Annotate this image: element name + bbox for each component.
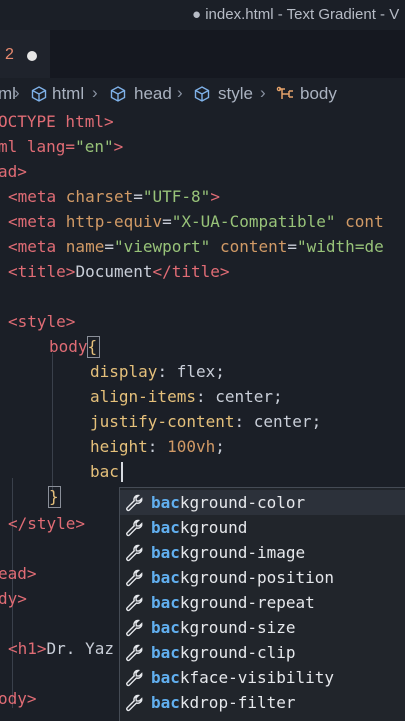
code-line: <h1>Dr. Yaz	[8, 639, 114, 658]
indent-guide	[52, 353, 53, 493]
suggestion-item[interactable]: backdrop-filter	[120, 690, 405, 715]
code-line: </style>	[8, 514, 86, 533]
wrench-icon	[126, 494, 143, 512]
breadcrumb: ml › html › head › style › body	[0, 82, 405, 108]
suggestion-item[interactable]: background-repeat	[120, 590, 405, 615]
code-line: OCTYPE html>	[0, 112, 114, 131]
code-line: ml lang="en">	[0, 137, 124, 156]
tab-bar	[0, 30, 405, 78]
cube-icon	[31, 86, 47, 102]
bracket-match-highlight	[48, 486, 61, 508]
unsaved-dot-icon[interactable]	[27, 51, 37, 61]
code-line: ead>	[0, 564, 37, 583]
chevron-right-icon: ›	[92, 83, 98, 102]
bracket-match-highlight	[87, 336, 100, 358]
wrench-icon	[126, 694, 143, 712]
code-line: justify-content: center;	[90, 412, 322, 431]
window-title: ● index.html - Text Gradient - V	[192, 6, 400, 23]
wrench-icon	[126, 519, 143, 537]
wrench-icon	[126, 619, 143, 637]
suggestion-item[interactable]: background-color	[120, 490, 405, 515]
code-line: <meta http-equiv="X-UA-Compatible" cont	[8, 212, 384, 231]
code-line: <style>	[8, 312, 76, 331]
wrench-icon	[126, 569, 143, 587]
title-bar: ● index.html - Text Gradient - V	[0, 0, 405, 30]
suggestion-item[interactable]: background-clip	[120, 640, 405, 665]
cube-icon	[194, 86, 210, 102]
suggestion-item[interactable]: backface-visibility	[120, 665, 405, 690]
chevron-right-icon: ›	[260, 83, 266, 102]
code-line: dy>	[0, 589, 27, 608]
chevron-right-icon: ›	[14, 83, 20, 102]
text-cursor	[121, 462, 123, 482]
code-line: align-items: center;	[90, 387, 283, 406]
code-line: <meta name="viewport" content="width=de	[8, 237, 384, 256]
chevron-right-icon: ›	[177, 83, 183, 102]
wrench-icon	[126, 644, 143, 662]
suggestion-item[interactable]: background-position	[120, 565, 405, 590]
breadcrumb-item-html[interactable]: html	[52, 84, 84, 104]
code-line: ody>	[0, 689, 37, 708]
suggestion-item[interactable]: background	[120, 515, 405, 540]
autocomplete-suggestions: background-color background background-i…	[119, 487, 405, 721]
wrench-icon	[126, 669, 143, 687]
code-line: display: flex;	[90, 362, 225, 381]
code-line: height: 100vh;	[90, 437, 225, 456]
breadcrumb-item-style[interactable]: style	[218, 84, 253, 104]
code-line: ad>	[0, 162, 27, 181]
code-line: <title>Document</title>	[8, 262, 230, 281]
code-line: <meta charset="UTF-8">	[8, 187, 220, 206]
code-line-current[interactable]: bac	[90, 459, 119, 484]
css-selector-icon	[276, 86, 293, 99]
suggestion-item[interactable]: background-image	[120, 540, 405, 565]
suggestion-item[interactable]: background-size	[120, 615, 405, 640]
cube-icon	[110, 86, 126, 102]
tab-problem-count: 2	[5, 46, 14, 63]
breadcrumb-item-body[interactable]: body	[300, 84, 337, 104]
wrench-icon	[126, 594, 143, 612]
wrench-icon	[126, 544, 143, 562]
breadcrumb-item-head[interactable]: head	[134, 84, 172, 104]
